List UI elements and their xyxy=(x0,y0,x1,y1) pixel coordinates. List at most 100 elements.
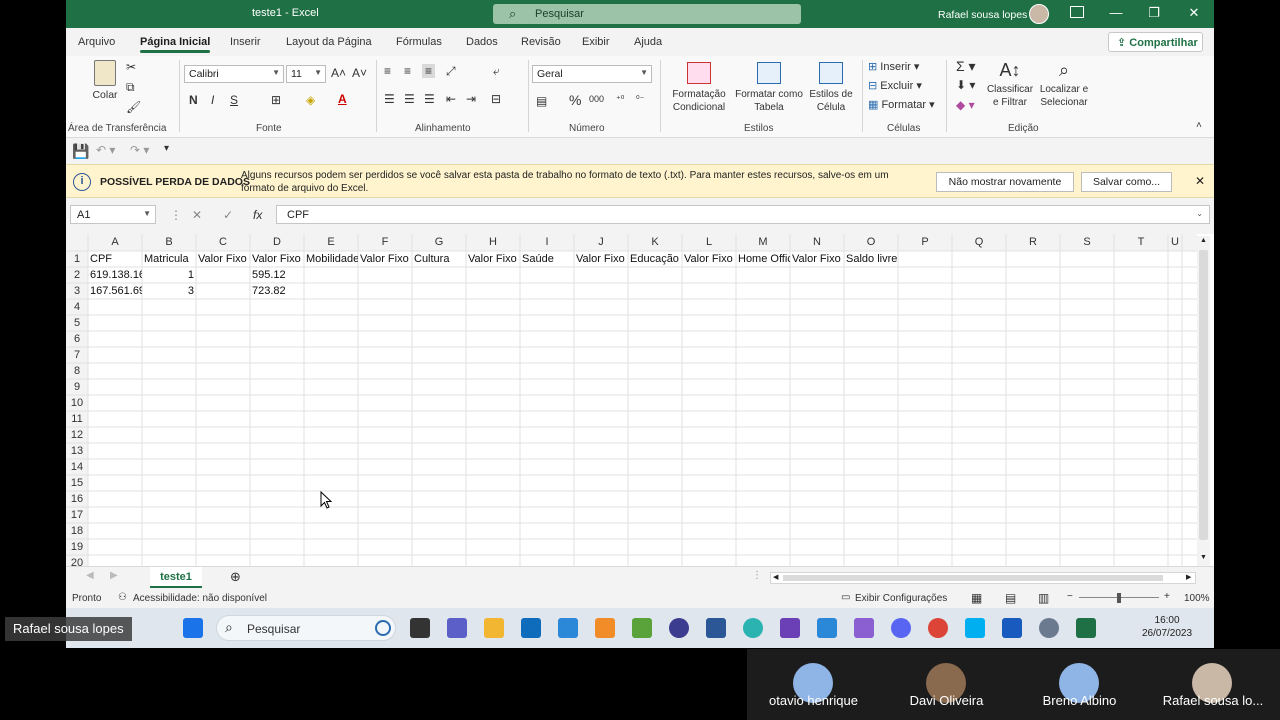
add-sheet-icon[interactable]: ⊕ xyxy=(230,569,241,585)
tab-arquivo[interactable]: Arquivo xyxy=(78,36,115,48)
app-icon[interactable] xyxy=(558,618,578,638)
row-header-9[interactable]: 9 xyxy=(66,379,88,395)
align-center-icon[interactable]: ☰ xyxy=(404,92,415,106)
tab-pagina-inicial[interactable]: Página Inicial xyxy=(140,36,211,53)
row-header-20[interactable]: 20 xyxy=(66,555,88,566)
normal-view-icon[interactable]: ▦ xyxy=(971,591,982,605)
cell-g1[interactable]: Cultura xyxy=(412,251,466,267)
scroll-down-icon[interactable]: ▼ xyxy=(1200,554,1207,561)
display-settings[interactable]: Exibir Configurações xyxy=(855,593,947,604)
settings-icon[interactable] xyxy=(1039,618,1059,638)
scroll-right-icon[interactable]: ▶ xyxy=(1186,573,1191,581)
accessibility-status[interactable]: Acessibilidade: não disponível xyxy=(133,593,267,604)
row-header-6[interactable]: 6 xyxy=(66,331,88,347)
cell-l1[interactable]: Valor Fixo xyxy=(682,251,736,267)
sheet-tab-teste1[interactable]: teste1 xyxy=(150,567,202,589)
column-header-j[interactable]: J xyxy=(574,234,628,251)
row-header-10[interactable]: 10 xyxy=(66,395,88,411)
row-header-12[interactable]: 12 xyxy=(66,427,88,443)
dont-show-again-button[interactable]: Não mostrar novamente xyxy=(936,172,1074,192)
orientation-icon[interactable]: ⤢ xyxy=(446,64,456,79)
formula-input[interactable]: CPF ⌄ xyxy=(276,205,1210,224)
cell-b3[interactable]: 3 xyxy=(142,283,196,299)
row-header-14[interactable]: 14 xyxy=(66,459,88,475)
edge-icon[interactable] xyxy=(743,618,763,638)
tab-ajuda[interactable]: Ajuda xyxy=(634,36,662,48)
cell-m1[interactable]: Home Office xyxy=(736,251,790,267)
font-color-icon[interactable]: A xyxy=(338,92,347,106)
column-header-l[interactable]: L xyxy=(682,234,736,251)
name-box[interactable]: A1 ▼ xyxy=(70,205,156,224)
conditional-format-button[interactable]: Formatação Condicional xyxy=(666,62,732,114)
page-layout-icon[interactable]: ▤ xyxy=(1005,591,1016,605)
page-break-icon[interactable]: ▥ xyxy=(1038,591,1049,605)
fill-icon[interactable]: ⬇ ▾ xyxy=(956,78,975,92)
align-left-icon[interactable]: ☰ xyxy=(384,92,395,106)
currency-icon[interactable]: ▤ xyxy=(536,94,547,108)
teams-icon[interactable] xyxy=(447,618,467,638)
format-painter-icon[interactable]: 🖌 xyxy=(126,100,141,114)
row-header-4[interactable]: 4 xyxy=(66,299,88,315)
sort-filter-button[interactable]: A↕ Classificar e Filtrar xyxy=(984,60,1036,109)
file-explorer-icon[interactable] xyxy=(484,618,504,638)
participant-tile[interactable]: otavio henrique xyxy=(747,649,880,720)
delete-cells-button[interactable]: ⊟ Excluir ▾ xyxy=(868,79,922,92)
user-avatar[interactable] xyxy=(1029,4,1049,24)
column-header-p[interactable]: P xyxy=(898,234,952,251)
prev-sheet-icon[interactable]: ◀ xyxy=(86,570,94,581)
discord-icon[interactable] xyxy=(891,618,911,638)
cell-b1[interactable]: Matricula xyxy=(142,251,196,267)
row-header-7[interactable]: 7 xyxy=(66,347,88,363)
increase-indent-icon[interactable]: ⇥ xyxy=(466,92,476,106)
close-icon[interactable]: ✕ xyxy=(1195,174,1205,188)
tab-inserir[interactable]: Inserir xyxy=(230,36,261,48)
column-header-g[interactable]: G xyxy=(412,234,466,251)
cell-j1[interactable]: Valor Fixo xyxy=(574,251,628,267)
notepad-icon[interactable] xyxy=(817,618,837,638)
fill-color-icon[interactable]: ◈ xyxy=(306,93,315,107)
column-header-a[interactable]: A xyxy=(88,234,142,251)
tab-exibir[interactable]: Exibir xyxy=(582,36,610,48)
share-button[interactable]: ⇪ Compartilhar xyxy=(1108,32,1203,52)
underline-button[interactable]: S xyxy=(230,93,238,107)
cell-n1[interactable]: Valor Fixo xyxy=(790,251,844,267)
chrome-icon[interactable] xyxy=(928,618,948,638)
clear-icon[interactable]: ◆ ▾ xyxy=(956,98,975,112)
column-header-k[interactable]: K xyxy=(628,234,682,251)
minimize-icon[interactable]: — xyxy=(1106,5,1126,20)
cell-d3[interactable]: 723.82 xyxy=(250,283,304,299)
column-header-c[interactable]: C xyxy=(196,234,250,251)
zoom-slider-thumb[interactable] xyxy=(1117,593,1121,603)
row-header-13[interactable]: 13 xyxy=(66,443,88,459)
redo-icon[interactable]: ↷ ▾ xyxy=(130,143,149,157)
worksheet-grid[interactable]: A B C D E F G H I J K L M N O P Q R S T U 1 2 3 4 5 6 7 8 9 10 11 12 13 14… xyxy=(66,234,1214,566)
column-header-r[interactable]: R xyxy=(1006,234,1060,251)
column-header-f[interactable]: F xyxy=(358,234,412,251)
horizontal-scrollbar[interactable]: ◀ ▶ xyxy=(770,572,1196,584)
cell-d1[interactable]: Valor Fixo xyxy=(250,251,304,267)
format-as-table-button[interactable]: Formatar como Tabela xyxy=(734,62,804,114)
app-icon[interactable] xyxy=(632,618,652,638)
align-top-icon[interactable]: ≡ xyxy=(384,64,391,78)
column-header-d[interactable]: D xyxy=(250,234,304,251)
column-header-b[interactable]: B xyxy=(142,234,196,251)
row-header-16[interactable]: 16 xyxy=(66,491,88,507)
app-icon[interactable] xyxy=(595,618,615,638)
cell-styles-button[interactable]: Estilos de Célula xyxy=(806,62,856,114)
column-header-n[interactable]: N xyxy=(790,234,844,251)
close-icon[interactable]: ✕ xyxy=(1184,5,1204,21)
scroll-up-icon[interactable]: ▲ xyxy=(1200,237,1207,244)
format-cells-button[interactable]: ▦ Formatar ▾ xyxy=(868,98,935,111)
cell-d2[interactable]: 595.12 xyxy=(250,267,304,283)
cell-i1[interactable]: Saúde xyxy=(520,251,574,267)
excel-icon[interactable] xyxy=(1076,618,1096,638)
tab-formulas[interactable]: Fórmulas xyxy=(396,36,442,48)
wrap-text-icon[interactable]: ⤶ xyxy=(493,64,500,79)
task-view-icon[interactable] xyxy=(410,618,430,638)
ribbon-display-icon[interactable] xyxy=(1070,6,1084,18)
column-header-t[interactable]: T xyxy=(1114,234,1168,251)
vertical-scroll-thumb[interactable] xyxy=(1199,250,1208,540)
save-as-button[interactable]: Salvar como... xyxy=(1081,172,1172,192)
paste-button[interactable]: Colar xyxy=(90,60,120,101)
cut-icon[interactable]: ✂ xyxy=(126,60,136,74)
